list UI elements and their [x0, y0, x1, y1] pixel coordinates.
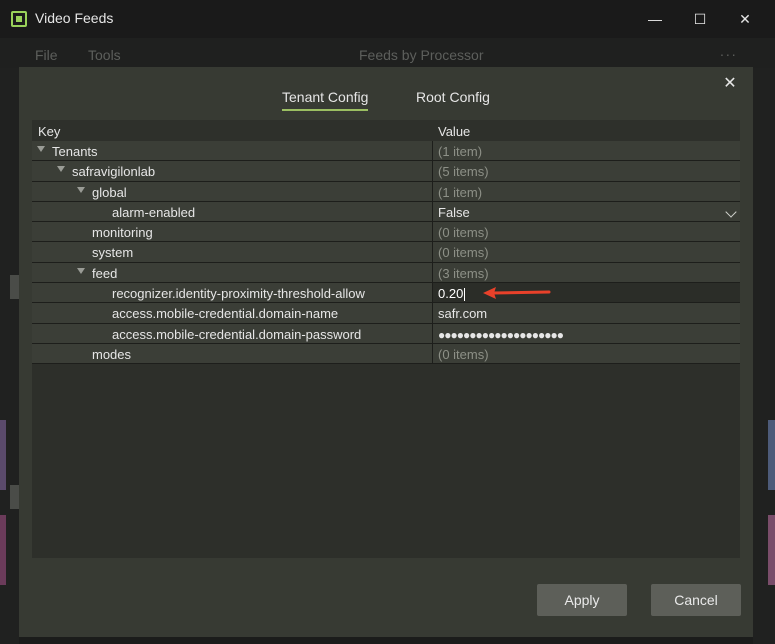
row-key: modes — [92, 346, 132, 362]
tab-root-config[interactable]: Root Config — [416, 89, 490, 109]
threshold-value-input[interactable]: 0.20 — [432, 283, 740, 303]
column-header-key[interactable]: Key — [38, 124, 60, 139]
background-thumbnail — [10, 485, 19, 509]
menu-file[interactable]: File — [35, 47, 58, 63]
tree-row[interactable]: Tenants (1 item) — [32, 141, 740, 162]
background-thumbnail — [10, 275, 19, 299]
config-dialog: ✕ Tenant Config Root Config Key Value Te… — [19, 67, 753, 637]
row-value: (1 item) — [432, 181, 740, 201]
close-window-button[interactable]: ✕ — [733, 8, 757, 30]
cancel-button[interactable]: Cancel — [651, 584, 741, 616]
minimize-button[interactable]: — — [643, 8, 667, 30]
row-key: alarm-enabled — [112, 204, 196, 220]
alarm-enabled-dropdown[interactable]: False — [432, 201, 740, 222]
dialog-close-icon[interactable]: ✕ — [719, 73, 741, 95]
expand-arrow-icon[interactable] — [77, 186, 85, 193]
row-value: (0 items) — [432, 343, 740, 364]
background-thumbnail — [0, 515, 6, 585]
row-key: recognizer.identity-proximity-threshold-… — [112, 286, 365, 302]
window-title: Video Feeds — [35, 10, 114, 26]
maximize-button[interactable]: ☐ — [688, 8, 712, 30]
background-thumbnail — [768, 420, 775, 490]
tree-row[interactable]: access.mobile-credential.domain-name saf… — [32, 303, 740, 324]
tree-row[interactable]: access.mobile-credential.domain-password… — [32, 323, 740, 344]
video-feeds-window: Video Feeds — ☐ ✕ File Tools Feeds by Pr… — [0, 0, 775, 644]
chevron-down-icon[interactable] — [725, 206, 737, 218]
row-value: (1 item) — [432, 141, 740, 161]
tab-tenant-config[interactable]: Tenant Config — [282, 89, 369, 111]
row-key: Tenants — [52, 144, 98, 159]
dropdown-selected-value: False — [438, 204, 470, 220]
row-key: access.mobile-credential.domain-password — [112, 326, 362, 342]
row-value: (5 items) — [432, 161, 740, 181]
tree-row[interactable]: modes (0 items) — [32, 343, 740, 365]
tab-feeds-by-processor[interactable]: Feeds by Processor — [359, 47, 484, 63]
grid-header: Key Value — [32, 120, 740, 141]
menu-tools[interactable]: Tools — [88, 47, 121, 63]
tree-rows: Tenants (1 item) safravigilonlab (5 item… — [32, 141, 740, 365]
row-key: global — [92, 184, 127, 200]
expand-arrow-icon[interactable] — [77, 267, 85, 274]
row-value[interactable]: safr.com — [432, 303, 740, 323]
row-key: safravigilonlab — [72, 164, 156, 180]
background-thumbnail — [0, 420, 6, 490]
config-tree-grid: Key Value Tenants (1 item) safravigilonl… — [32, 120, 740, 558]
text-caret — [464, 288, 466, 302]
row-key: monitoring — [92, 225, 153, 241]
title-bar: Video Feeds — ☐ ✕ — [0, 0, 775, 38]
row-key: system — [92, 245, 134, 261]
tree-row[interactable]: global (1 item) — [32, 181, 740, 202]
tree-row[interactable]: system (0 items) — [32, 242, 740, 263]
overflow-menu-icon[interactable]: ... — [720, 43, 738, 59]
row-value: (0 items) — [432, 222, 740, 242]
apply-button[interactable]: Apply — [537, 584, 627, 616]
tree-row[interactable]: feed (3 items) — [32, 262, 740, 284]
input-text: 0.20 — [438, 286, 464, 302]
expand-arrow-icon[interactable] — [37, 146, 45, 152]
row-key: feed — [92, 265, 118, 281]
tree-row[interactable]: recognizer.identity-proximity-threshold-… — [32, 283, 740, 304]
row-value: (0 items) — [432, 242, 740, 262]
row-key: access.mobile-credential.domain-name — [112, 306, 339, 322]
column-header-value[interactable]: Value — [438, 124, 470, 139]
expand-arrow-icon[interactable] — [57, 166, 65, 173]
app-icon — [11, 11, 27, 27]
password-field[interactable]: ●●●●●●●●●●●●●●●●●●●● — [432, 323, 740, 343]
tree-row[interactable]: alarm-enabled False — [32, 201, 740, 223]
background-thumbnail — [768, 515, 775, 585]
tree-row[interactable]: safravigilonlab (5 items) — [32, 161, 740, 182]
tree-row[interactable]: monitoring (0 items) — [32, 222, 740, 243]
menu-bar: File Tools Feeds by Processor ... — [0, 38, 775, 68]
annotation-arrow-icon — [483, 287, 551, 299]
row-value: (3 items) — [432, 262, 740, 283]
